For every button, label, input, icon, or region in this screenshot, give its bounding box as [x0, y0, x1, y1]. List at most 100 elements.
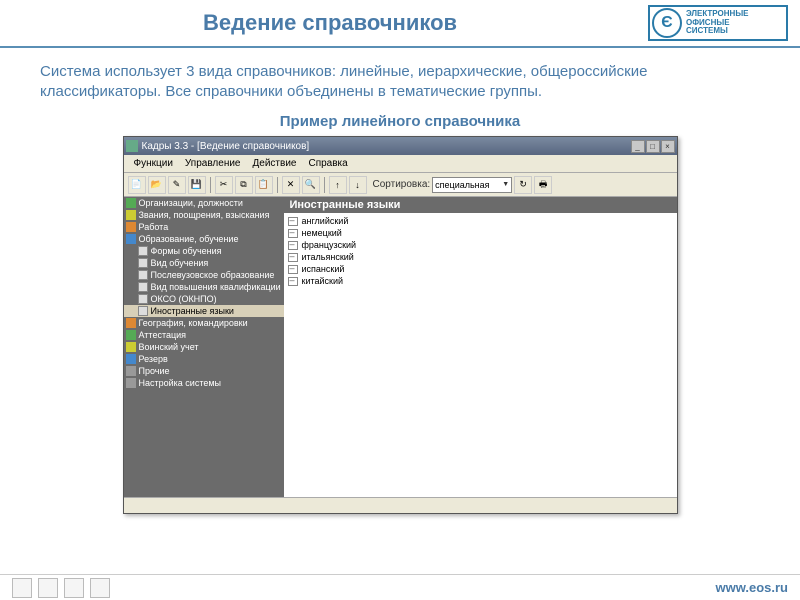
list-item[interactable]: китайский	[286, 275, 675, 287]
tree-item-label: Вид повышения квалификации	[151, 282, 281, 292]
logo-text: ЭЛЕКТРОННЫЕ ОФИСНЫЕ СИСТЕМЫ	[686, 10, 748, 36]
tb-cut-icon[interactable]: ✂	[215, 176, 233, 194]
toolbar-separator	[210, 177, 211, 193]
tb-up-icon[interactable]: ↑	[329, 176, 347, 194]
tree-item-icon	[126, 222, 136, 232]
tb-print-icon[interactable]: 🖶	[534, 176, 552, 194]
tree-item-icon	[138, 306, 148, 316]
list-item-label: английский	[302, 216, 349, 226]
tree-item-icon	[126, 354, 136, 364]
menu-action[interactable]: Действие	[247, 158, 303, 169]
tree-item[interactable]: География, командировки	[124, 317, 284, 329]
footer-nav-icon[interactable]	[12, 578, 32, 598]
tb-open-icon[interactable]: 📂	[148, 176, 166, 194]
logo: Є ЭЛЕКТРОННЫЕ ОФИСНЫЕ СИСТЕМЫ	[648, 5, 788, 41]
list-item-label: итальянский	[302, 252, 354, 262]
tb-edit-icon[interactable]: ✎	[168, 176, 186, 194]
logo-mark-icon: Є	[652, 8, 682, 38]
tb-copy-icon[interactable]: ⧉	[235, 176, 253, 194]
footer-nav-icon[interactable]	[38, 578, 58, 598]
close-button[interactable]: ×	[661, 140, 675, 153]
tree-item-icon	[126, 210, 136, 220]
tree-item-label: Аттестация	[139, 330, 187, 340]
list-item-icon	[288, 277, 298, 286]
tree-item[interactable]: Иностранные языки	[124, 305, 284, 317]
tree-item[interactable]: Аттестация	[124, 329, 284, 341]
list-item-icon	[288, 229, 298, 238]
tree-item-label: География, командировки	[139, 318, 248, 328]
tree-item[interactable]: Резерв	[124, 353, 284, 365]
sort-value: специальная	[435, 180, 489, 190]
tree-item-label: Воинский учет	[139, 342, 199, 352]
tree-item-label: Иностранные языки	[151, 306, 234, 316]
minimize-button[interactable]: _	[631, 140, 645, 153]
tb-down-icon[interactable]: ↓	[349, 176, 367, 194]
tree-item-label: Послевузовское образование	[151, 270, 275, 280]
tb-new-icon[interactable]: 📄	[128, 176, 146, 194]
tree-item-icon	[126, 198, 136, 208]
app-window: Кадры 3.3 - [Ведение справочников] _ □ ×…	[123, 136, 678, 514]
list-item[interactable]: немецкий	[286, 227, 675, 239]
example-title: Пример линейного справочника	[40, 113, 760, 130]
tree-item-icon	[126, 366, 136, 376]
app-icon	[126, 140, 138, 152]
list-item[interactable]: итальянский	[286, 251, 675, 263]
sort-dropdown[interactable]: специальная ▼	[432, 177, 512, 193]
tree-item-icon	[138, 270, 148, 280]
maximize-button[interactable]: □	[646, 140, 660, 153]
tree-item-icon	[126, 330, 136, 340]
tree-item-label: Образование, обучение	[139, 234, 239, 244]
tree-item[interactable]: Вид повышения квалификации	[124, 281, 284, 293]
footer-nav-icon[interactable]	[64, 578, 84, 598]
sort-label: Сортировка:	[373, 179, 431, 190]
list-area[interactable]: английскийнемецкийфранцузский итальянский…	[284, 213, 677, 497]
list-item-icon	[288, 217, 298, 226]
list-item-label: французский	[302, 240, 357, 250]
tree-item-icon	[126, 378, 136, 388]
list-item[interactable]: испанский	[286, 263, 675, 275]
tree-item[interactable]: Прочие	[124, 365, 284, 377]
tree-item[interactable]: Формы обучения	[124, 245, 284, 257]
tree-item[interactable]: Организации, должности	[124, 197, 284, 209]
statusbar	[124, 497, 677, 513]
tree-item[interactable]: Работа	[124, 221, 284, 233]
tb-delete-icon[interactable]: ✕	[282, 176, 300, 194]
tb-paste-icon[interactable]: 📋	[255, 176, 273, 194]
panel-header: Иностранные языки	[284, 197, 677, 213]
tree-item-icon	[138, 246, 148, 256]
tree-item-label: Работа	[139, 222, 169, 232]
tree-item-label: Прочие	[139, 366, 170, 376]
list-item[interactable]: английский	[286, 215, 675, 227]
tree-item[interactable]: ОКСО (ОКНПО)	[124, 293, 284, 305]
footer: www.eos.ru	[0, 574, 800, 600]
tree-item-icon	[138, 294, 148, 304]
window-title: Кадры 3.3 - [Ведение справочников]	[142, 141, 631, 152]
list-item-icon	[288, 253, 298, 262]
list-item-icon	[288, 265, 298, 274]
toolbar-separator	[277, 177, 278, 193]
toolbar-separator	[324, 177, 325, 193]
tree-item-label: ОКСО (ОКНПО)	[151, 294, 217, 304]
footer-nav-icon[interactable]	[90, 578, 110, 598]
tb-search-icon[interactable]: 🔍	[302, 176, 320, 194]
tree-item[interactable]: Звания, поощрения, взыскания	[124, 209, 284, 221]
list-item-label: испанский	[302, 264, 345, 274]
list-item[interactable]: французский	[286, 239, 675, 251]
tree-item[interactable]: Образование, обучение	[124, 233, 284, 245]
tree-item[interactable]: Воинский учет	[124, 341, 284, 353]
tree-item-icon	[138, 258, 148, 268]
list-item-label: китайский	[302, 276, 344, 286]
tb-save-icon[interactable]: 💾	[188, 176, 206, 194]
menu-functions[interactable]: Функции	[128, 158, 179, 169]
menu-management[interactable]: Управление	[179, 158, 247, 169]
tree-item[interactable]: Настройка системы	[124, 377, 284, 389]
tree-item[interactable]: Вид обучения	[124, 257, 284, 269]
sidebar-tree[interactable]: Организации, должностиЗвания, поощрения,…	[124, 197, 284, 497]
toolbar: 📄 📂 ✎ 💾 ✂ ⧉ 📋 ✕ 🔍 ↑ ↓ Сортировка: специа…	[124, 173, 677, 197]
footer-url: www.eos.ru	[716, 580, 788, 595]
menu-help[interactable]: Справка	[302, 158, 353, 169]
tree-item-icon	[126, 342, 136, 352]
tb-refresh-icon[interactable]: ↻	[514, 176, 532, 194]
titlebar[interactable]: Кадры 3.3 - [Ведение справочников] _ □ ×	[124, 137, 677, 155]
tree-item[interactable]: Послевузовское образование	[124, 269, 284, 281]
